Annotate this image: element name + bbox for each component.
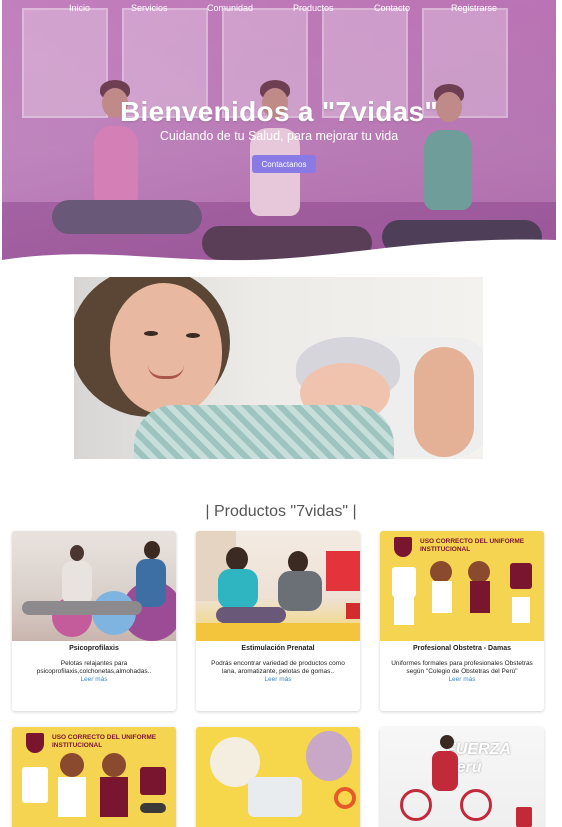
- crest-icon: [26, 733, 44, 753]
- contact-button[interactable]: Contactanos: [252, 155, 316, 173]
- hero-subtitle: Cuidando de tu Salud, para mejorar tu vi…: [159, 129, 399, 143]
- nav-productos[interactable]: Productos: [293, 3, 334, 13]
- wave-divider: [2, 239, 556, 272]
- card-title: Profesional Obstetra - Damas: [412, 645, 512, 652]
- product-card-accesorios[interactable]: [196, 727, 360, 827]
- product-card-uniforme-damas[interactable]: USO CORRECTO DEL UNIFORME INSTITUCIONAL …: [380, 531, 544, 711]
- card-title: Estimulación Prenatal: [241, 645, 315, 652]
- poster-banner: USO CORRECTO DEL UNIFORME INSTITUCIONAL: [22, 733, 166, 753]
- product-image: [196, 727, 360, 827]
- product-image: [12, 531, 176, 641]
- read-more-link[interactable]: Leer más: [196, 676, 360, 683]
- nav-inicio[interactable]: Inicio: [69, 3, 90, 13]
- nav-servicios[interactable]: Servicios: [131, 3, 168, 13]
- nav-contacto[interactable]: Contacto: [374, 3, 410, 13]
- product-card-fuerza-peru[interactable]: FUERZA Perú: [380, 727, 544, 827]
- product-card-psicoprofilaxis[interactable]: Psicoprofilaxis Pelotas relajantes para …: [12, 531, 176, 711]
- product-image: FUERZA Perú: [380, 727, 544, 827]
- card-description: Uniformes formales para profesionales Ob…: [391, 660, 533, 675]
- read-more-link[interactable]: Leer más: [380, 676, 544, 683]
- crest-icon: [394, 537, 412, 557]
- nav-registrarse[interactable]: Registrarse: [451, 3, 497, 13]
- poster-text: FUERZA Perú: [446, 741, 511, 776]
- product-image: USO CORRECTO DEL UNIFORME INSTITUCIONAL: [380, 531, 544, 641]
- card-title: Psicoprofilaxis: [69, 645, 119, 652]
- product-card-estimulacion[interactable]: Estimulación Prenatal Podrás encontrar v…: [196, 531, 360, 711]
- hero-banner: Inicio Servicios Comunidad Productos Con…: [2, 0, 556, 272]
- mother-baby-photo: [74, 277, 483, 459]
- top-nav: Inicio Servicios Comunidad Productos Con…: [2, 0, 556, 16]
- products-section-title: | Productos "7vidas" |: [205, 503, 357, 520]
- poster-banner: USO CORRECTO DEL UNIFORME INSTITUCIONAL: [390, 537, 534, 557]
- product-card-uniforme[interactable]: USO CORRECTO DEL UNIFORME INSTITUCIONAL: [12, 727, 176, 827]
- read-more-link[interactable]: Leer más: [12, 676, 176, 683]
- hero-title: Bienvenidos a "7vidas": [120, 96, 438, 127]
- card-description: Podrás encontrar variedad de productos c…: [211, 660, 345, 675]
- product-image: USO CORRECTO DEL UNIFORME INSTITUCIONAL: [12, 727, 176, 827]
- nav-comunidad[interactable]: Comunidad: [207, 3, 253, 13]
- product-image: [196, 531, 360, 641]
- card-description: Pelotas relajantes para psicoprofilaxis,…: [36, 660, 152, 675]
